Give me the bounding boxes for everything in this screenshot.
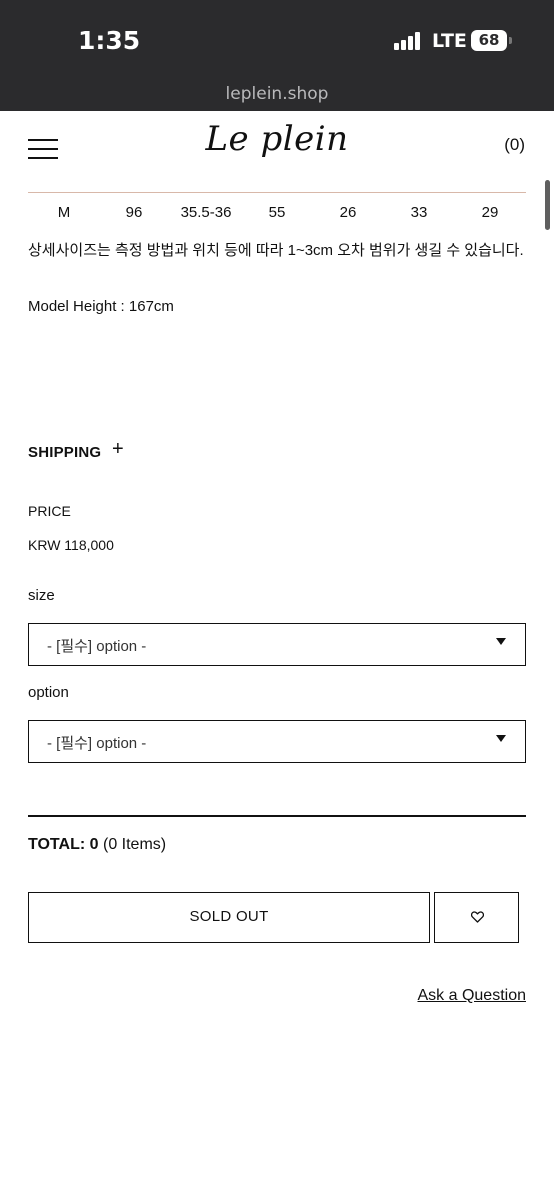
option-label: option (28, 684, 69, 701)
battery-tip (509, 37, 512, 44)
total-divider (28, 815, 526, 817)
dropdown-arrow-icon (496, 735, 506, 742)
sold-out-button[interactable]: SOLD OUT (28, 892, 430, 943)
size-cell: 96 (125, 204, 143, 221)
size-cell: 35.5-36 (180, 204, 232, 221)
size-cell: 26 (339, 204, 357, 221)
order-total: TOTAL: 0 (0 Items) (28, 836, 166, 854)
size-select-value: - [필수] option - (47, 638, 147, 655)
heart-icon (471, 911, 484, 923)
total-label: TOTAL: (28, 836, 86, 853)
signal-icon (394, 32, 424, 50)
model-height: Model Height : 167cm (28, 298, 174, 315)
battery-icon: 68 (471, 30, 507, 51)
shipping-heading[interactable]: SHIPPING (28, 444, 101, 461)
size-table-row: M 96 35.5-36 55 26 33 29 (0, 204, 554, 224)
status-bar: 1:35 LTE 68 leplein.shop (0, 0, 554, 111)
url-bar[interactable]: leplein.shop (0, 84, 554, 104)
wishlist-button[interactable] (434, 892, 519, 943)
size-label: size (28, 587, 55, 604)
size-cell: 33 (410, 204, 428, 221)
size-cell: 29 (481, 204, 499, 221)
scrollbar[interactable] (545, 180, 550, 230)
size-select[interactable]: - [필수] option - (28, 623, 526, 666)
size-note: 상세사이즈는 측정 방법과 위치 등에 따라 1~3cm 오차 범위가 생길 수… (28, 242, 524, 259)
option-select-value: - [필수] option - (47, 735, 147, 752)
size-table-divider (28, 192, 526, 193)
cart-count[interactable]: (0) (504, 135, 525, 155)
size-cell: M (57, 204, 71, 221)
status-time: 1:35 (78, 26, 141, 55)
ask-question-link[interactable]: Ask a Question (418, 987, 527, 1005)
site-header: Le plein (0) (0, 111, 554, 181)
price-label: PRICE (28, 503, 71, 519)
total-amount: 0 (89, 836, 99, 853)
site-logo[interactable]: Le plein (0, 119, 554, 159)
plus-icon[interactable]: + (112, 438, 124, 461)
dropdown-arrow-icon (496, 638, 506, 645)
option-select[interactable]: - [필수] option - (28, 720, 526, 763)
network-label: LTE (432, 30, 467, 52)
total-items: (0 Items) (102, 836, 167, 853)
size-cell: 55 (268, 204, 286, 221)
price-value: KRW 118,000 (28, 537, 114, 553)
